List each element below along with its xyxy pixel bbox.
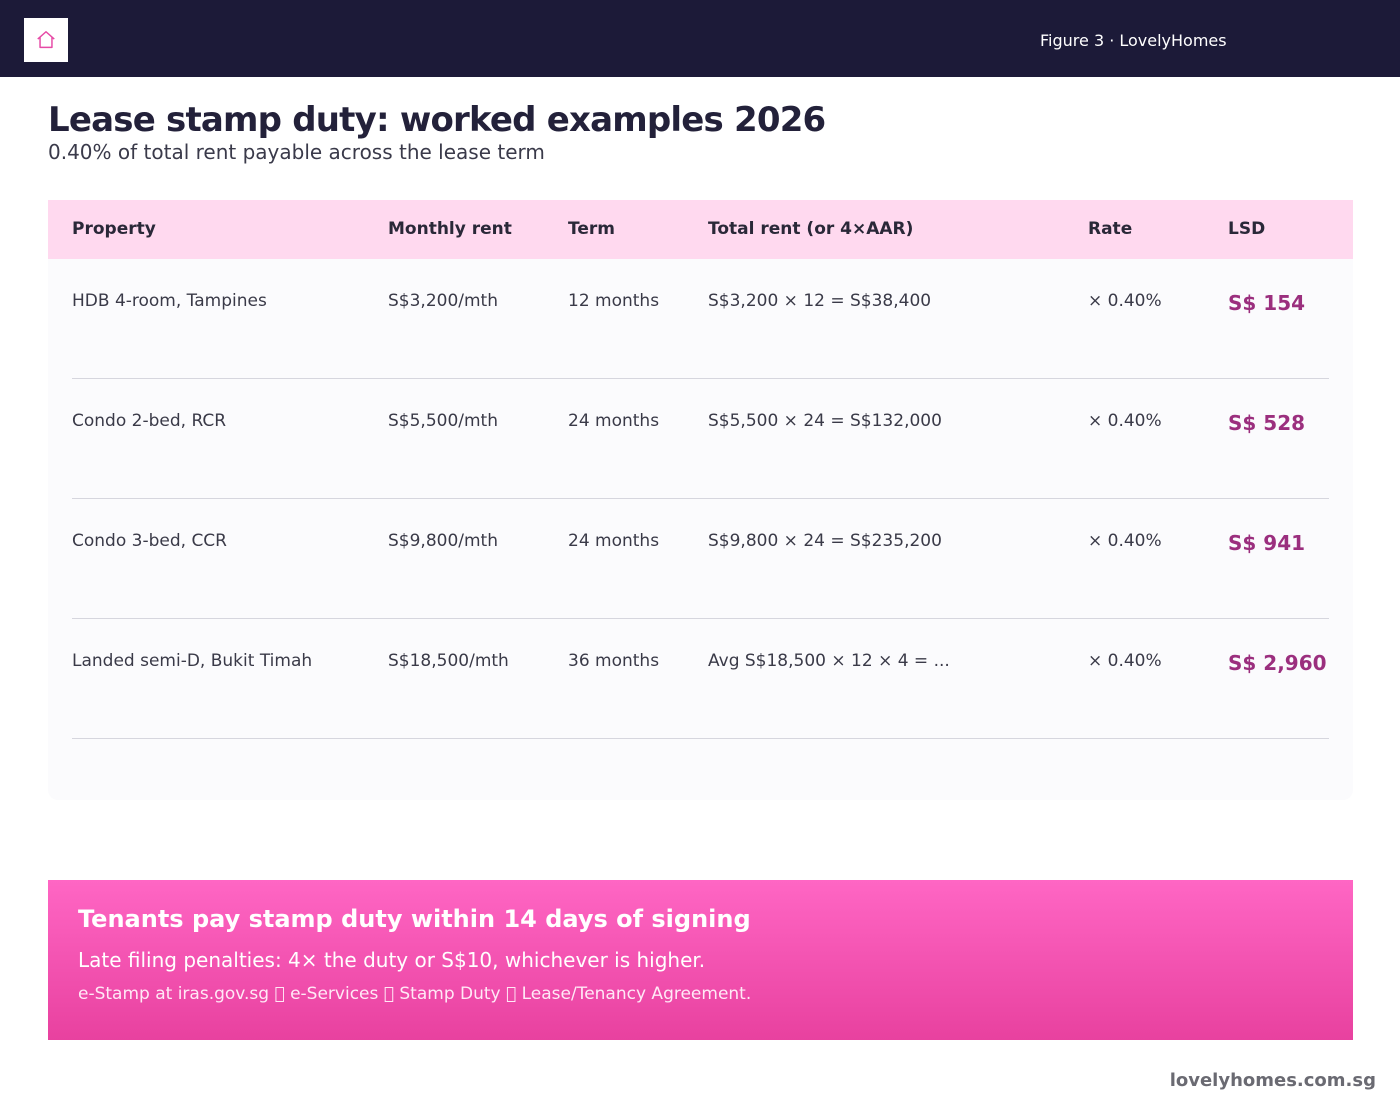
column-header-monthly-rent: Monthly rent [388,219,512,239]
logo[interactable] [24,18,68,62]
page-subtitle: 0.40% of total rent payable across the l… [48,140,545,164]
table-row: Condo 3-bed, CCR S$9,800/mth 24 months S… [48,499,1353,619]
cell-total-rent: S$5,500 × 24 = S$132,000 [708,411,942,431]
cell-total-rent: S$9,800 × 24 = S$235,200 [708,531,942,551]
column-header-lsd: LSD [1228,219,1266,239]
cell-lsd: S$ 2,960 [1228,651,1327,675]
cell-monthly-rent: S$5,500/mth [388,411,499,431]
cell-property: Landed semi-D, Bukit Timah [72,651,313,671]
page-title: Lease stamp duty: worked examples 2026 [48,100,826,140]
cell-lsd: S$ 154 [1228,291,1306,315]
table-row: Condo 2-bed, RCR S$5,500/mth 24 months S… [48,379,1353,499]
info-callout: Tenants pay stamp duty within 14 days of… [48,880,1353,1040]
callout-penalty-text: Late filing penalties: 4× the duty or S$… [78,948,706,972]
house-icon [37,31,55,49]
footer-website: lovelyhomes.com.sg [1169,1070,1376,1091]
cell-rate: × 0.40% [1088,531,1162,551]
cell-lsd: S$ 528 [1228,411,1306,435]
cell-rate: × 0.40% [1088,291,1162,311]
callout-estamp-text: e-Stamp at iras.gov.sg ￿ e-Services ￿ St… [78,984,752,1004]
cell-property: Condo 2-bed, RCR [72,411,227,431]
callout-title: Tenants pay stamp duty within 14 days of… [78,905,751,933]
column-header-term: Term [568,219,615,239]
cell-monthly-rent: S$9,800/mth [388,531,499,551]
cell-monthly-rent: S$3,200/mth [388,291,499,311]
cell-total-rent: S$3,200 × 12 = S$38,400 [708,291,932,311]
cell-term: 24 months [568,411,660,431]
cell-term: 24 months [568,531,660,551]
column-header-property: Property [72,219,156,239]
figure-label: Figure 3 · LovelyHomes [1040,31,1227,50]
column-header-total-rent: Total rent (or 4×AAR) [708,219,914,239]
cell-property: Condo 3-bed, CCR [72,531,227,551]
column-header-rate: Rate [1088,219,1133,239]
table-row: Landed semi-D, Bukit Timah S$18,500/mth … [48,619,1353,739]
examples-table: Property Monthly rent Term Total rent (o… [48,200,1353,800]
cell-property: HDB 4-room, Tampines [72,291,267,311]
table-header: Property Monthly rent Term Total rent (o… [48,200,1353,259]
cell-term: 36 months [568,651,660,671]
cell-monthly-rent: S$18,500/mth [388,651,509,671]
cell-term: 12 months [568,291,660,311]
row-divider [72,738,1329,739]
top-bar: Figure 3 · LovelyHomes [0,0,1400,77]
table-row: HDB 4-room, Tampines S$3,200/mth 12 mont… [48,259,1353,379]
cell-lsd: S$ 941 [1228,531,1306,555]
cell-rate: × 0.40% [1088,651,1162,671]
cell-total-rent: Avg S$18,500 × 12 × 4 = ... [708,651,950,671]
cell-rate: × 0.40% [1088,411,1162,431]
